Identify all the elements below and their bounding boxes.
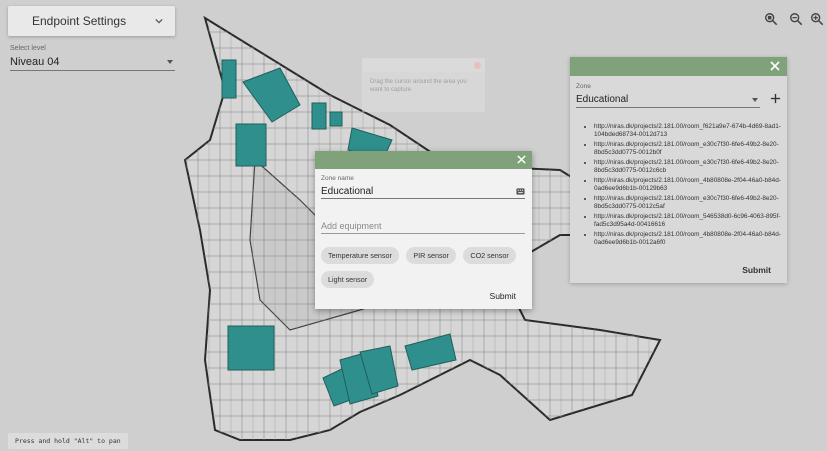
list-item: http://niras.dk/projects/2.181.00/room_5…: [594, 213, 782, 229]
capture-tooltip-text: Drag the cursor around the area you want…: [370, 79, 467, 93]
add-equipment-input[interactable]: Add equipment: [321, 219, 525, 234]
zone-name-label: Zone name: [321, 175, 354, 182]
keyboard-icon: [516, 187, 525, 195]
chip-co2-sensor[interactable]: CO2 sensor: [463, 247, 516, 264]
list-item: http://niras.dk/projects/2.181.00/room_4…: [594, 231, 782, 247]
equipment-chips: Temperature sensor PIR sensor CO2 sensor…: [321, 245, 531, 293]
level-select[interactable]: Niveau 04: [10, 54, 175, 71]
zone-name-dialog: Zone name Educational Add equipment Temp…: [315, 151, 532, 309]
zone-select[interactable]: Educational: [576, 92, 760, 108]
select-level-label: Select level: [10, 45, 46, 52]
zoom-reset-icon[interactable]: [764, 12, 778, 26]
endpoint-settings-button[interactable]: Endpoint Settings: [8, 6, 175, 36]
list-item: http://niras.dk/projects/2.181.00/room_f…: [594, 123, 782, 139]
zoom-out-icon[interactable]: [789, 12, 803, 26]
list-item: http://niras.dk/projects/2.181.00/room_e…: [594, 195, 782, 211]
capture-tooltip: Drag the cursor around the area you want…: [362, 58, 485, 112]
list-item: http://niras.dk/projects/2.181.00/room_4…: [594, 177, 782, 193]
dropdown-arrow-icon: [167, 60, 173, 64]
pan-hint: Press and hold "Alt" to pan: [8, 433, 128, 449]
chip-temperature-sensor[interactable]: Temperature sensor: [321, 247, 399, 264]
zone-name-input[interactable]: Educational: [321, 184, 525, 199]
list-item: http://niras.dk/projects/2.181.00/room_e…: [594, 141, 782, 157]
dialog-submit-button[interactable]: Submit: [490, 291, 516, 301]
chevron-down-icon: [155, 18, 163, 24]
close-icon[interactable]: [769, 60, 781, 72]
zone-select-value: Educational: [576, 94, 629, 105]
room-list: http://niras.dk/projects/2.181.00/room_f…: [576, 123, 782, 249]
dialog-header: [315, 151, 532, 169]
dropdown-arrow-icon: [752, 97, 758, 102]
level-select-value: Niveau 04: [10, 56, 60, 68]
add-zone-icon[interactable]: [770, 93, 781, 104]
capture-tooltip-header: [362, 58, 485, 72]
zoom-in-icon[interactable]: [810, 12, 824, 26]
chip-pir-sensor[interactable]: PIR sensor: [406, 247, 456, 264]
zone-submit-button[interactable]: Submit: [742, 265, 771, 275]
zone-panel-header: [570, 57, 787, 76]
chip-light-sensor[interactable]: Light sensor: [321, 271, 375, 288]
zone-label: Zone: [576, 83, 591, 90]
endpoint-settings-label: Endpoint Settings: [32, 14, 127, 28]
list-item: http://niras.dk/projects/2.181.00/room_e…: [594, 159, 782, 175]
close-icon[interactable]: [516, 154, 527, 165]
close-icon: [474, 61, 481, 69]
zone-name-value: Educational: [321, 185, 374, 197]
zone-panel: Zone Educational http://niras.dk/project…: [570, 57, 787, 283]
